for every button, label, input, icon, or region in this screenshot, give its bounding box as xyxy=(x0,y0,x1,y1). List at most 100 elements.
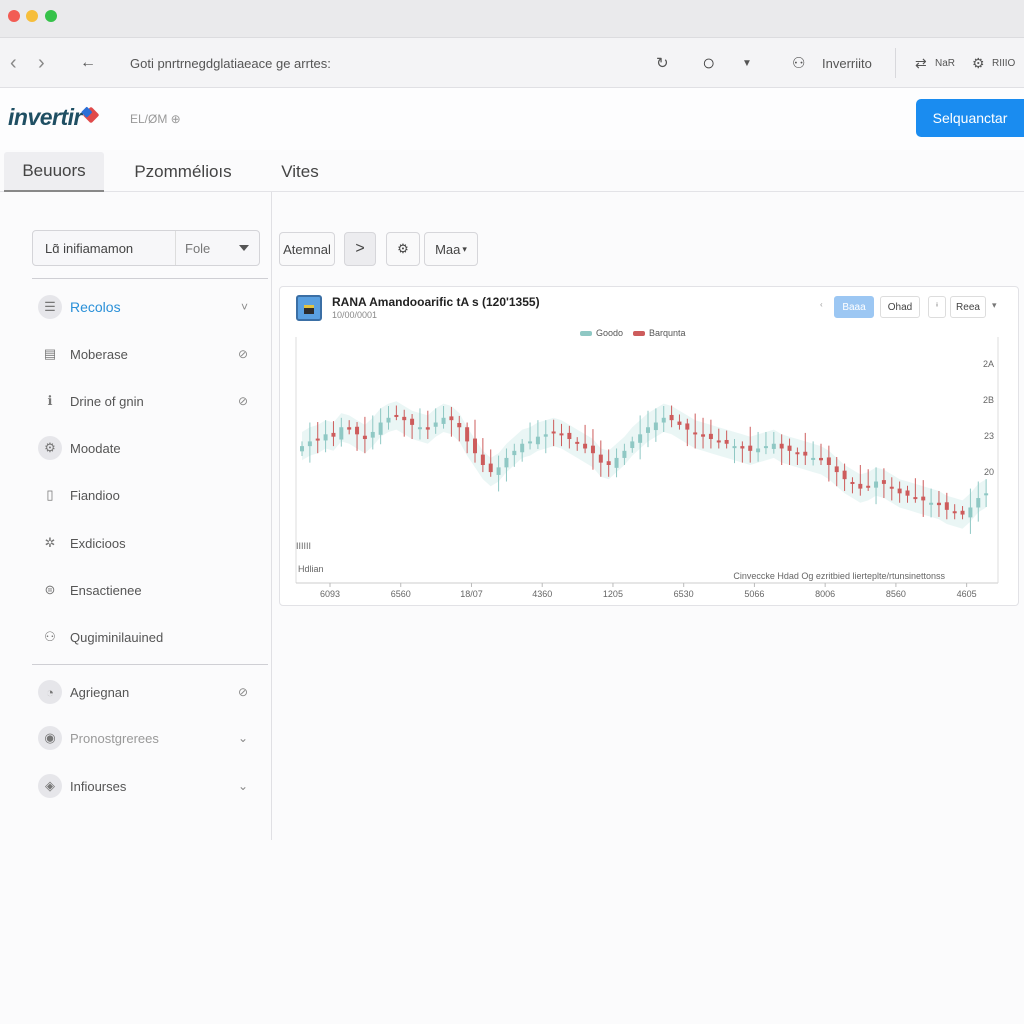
sidebar-item-ensactienee[interactable]: ⊜ Ensactienee xyxy=(38,576,252,604)
chart-panel: RANA Amandooarific tA s (120'1355) 10/00… xyxy=(279,286,1019,606)
candle-body xyxy=(433,422,438,427)
tab-pzommelioıs[interactable]: Pzommélioıs xyxy=(118,152,248,192)
primary-action-button[interactable]: Selquanctar xyxy=(916,99,1024,137)
candle-body xyxy=(378,422,383,435)
sidebar-item-moodate[interactable]: ⚙ Moodate xyxy=(38,434,252,462)
sidebar: Lɑ̃ inifiamamon Fole ☰ Recolos ˅ ▤ Mober… xyxy=(0,192,272,840)
candle-body xyxy=(307,441,312,447)
candlestick-chart[interactable]: 2A 2B 23 20 6093 6560 18/07 4360 1205 6530 5066 800… xyxy=(280,287,1020,607)
sidebar-item-pronostgrerees[interactable]: ◉ Pronostgrerees ⌄ xyxy=(38,724,252,752)
corner-label: Hdlian xyxy=(298,564,324,574)
browser-toolbar: ‹ › ← Goti pnrtrnegdglatiaeace ge arrtes… xyxy=(0,38,1024,88)
sidebar-item-qugiminilauined[interactable]: ⚇ Qugiminilauined xyxy=(38,623,252,651)
share-icon[interactable]: ⇄ xyxy=(915,38,927,88)
candle-body xyxy=(355,426,360,435)
candle-body xyxy=(590,445,595,454)
candle-body xyxy=(410,418,415,425)
sidebar-item-agriegnan[interactable]: ◔ Agriegnan ⊘ xyxy=(38,678,252,706)
sidebar-item-label: Agriegnan xyxy=(70,684,130,700)
sidebar-item-label: Fiandioo xyxy=(70,487,120,503)
candle-body xyxy=(795,452,800,455)
tab-vites[interactable]: Vites xyxy=(270,152,330,192)
search-icon[interactable]: ○ xyxy=(702,38,715,88)
candle-body xyxy=(952,511,957,514)
close-window-button[interactable] xyxy=(8,10,20,22)
candle-body xyxy=(362,435,367,440)
people-icon: ⚇ xyxy=(44,629,56,644)
x-tick-label: 6560 xyxy=(391,589,411,599)
candle-body xyxy=(732,446,737,449)
x-tick-label: 8006 xyxy=(815,589,835,599)
logo-mark-icon xyxy=(82,106,100,124)
toolbar-action-label[interactable]: NaR xyxy=(935,38,955,88)
sidebar-item-drine-of-gnin[interactable]: ℹ Drine of gnin ⊘ xyxy=(38,387,252,415)
sidebar-item-moberase[interactable]: ▤ Moberase ⊘ xyxy=(38,340,252,368)
candle-body xyxy=(457,422,462,428)
candle-body xyxy=(701,434,706,437)
candle-body xyxy=(913,497,918,500)
logo[interactable]: invertir xyxy=(8,104,100,131)
sidebar-item-label: Infiourses xyxy=(70,778,127,794)
candle-body xyxy=(465,427,470,442)
profile-icon[interactable]: ⚇ xyxy=(792,38,805,88)
candle-body xyxy=(449,416,454,421)
toolbar-divider xyxy=(895,48,896,78)
candle-body xyxy=(331,432,336,437)
x-tick-label: 4360 xyxy=(532,589,552,599)
sidebar-item-label: Exdicioos xyxy=(70,535,126,551)
candle-body xyxy=(874,481,879,488)
candle-body xyxy=(614,457,619,468)
candle-body xyxy=(598,454,603,463)
candle-body xyxy=(567,432,572,440)
back-arrow-icon[interactable]: ‹ xyxy=(10,38,17,88)
candle-body xyxy=(897,488,902,494)
sidebar-item-exdicioos[interactable]: ✲ Exdicioos xyxy=(38,529,252,557)
candle-body xyxy=(425,427,430,430)
filter-value: Fole xyxy=(185,241,211,256)
candle-body xyxy=(520,443,525,453)
forward-arrow-icon[interactable]: › xyxy=(38,38,45,88)
x-tick-label: 6530 xyxy=(674,589,694,599)
candle-body xyxy=(834,466,839,473)
candle-body xyxy=(669,414,674,421)
candle-body xyxy=(944,502,949,510)
candle-body xyxy=(826,457,831,465)
candle-body xyxy=(921,496,926,501)
candle-body xyxy=(850,481,855,484)
person-icon: ◉ xyxy=(38,726,62,750)
settings-icon[interactable]: ⚙ xyxy=(972,38,985,88)
filter-label: Lɑ̃ inifiamamon xyxy=(45,241,134,256)
chart-type-select[interactable]: Atemnal xyxy=(279,232,335,266)
corner-mark: IIIIII xyxy=(296,541,311,551)
left-arrow-icon[interactable]: ← xyxy=(80,38,96,88)
tools-icon[interactable]: ⚙ xyxy=(386,232,420,266)
chevron-down-icon[interactable]: ▼ xyxy=(742,38,752,88)
maximize-window-button[interactable] xyxy=(45,10,57,22)
candle-body xyxy=(968,507,973,518)
x-tick-label: 6093 xyxy=(320,589,340,599)
refresh-icon[interactable]: ↻ xyxy=(656,38,669,88)
candle-body xyxy=(803,451,808,456)
minimize-window-button[interactable] xyxy=(26,10,38,22)
chevron-down-icon: ▾ xyxy=(462,243,467,254)
settings-icon: ✲ xyxy=(44,535,56,550)
candle-body xyxy=(606,461,611,465)
sidebar-item-fiandioo[interactable]: ▯ Fiandioo xyxy=(38,481,252,509)
sidebar-item-recolos[interactable]: ☰ Recolos ˅ xyxy=(38,293,252,321)
candle-body xyxy=(716,440,721,443)
candle-body xyxy=(638,434,643,443)
sidebar-item-infiourses[interactable]: ◈ Infiourses ⌄ xyxy=(38,772,252,800)
tool-select[interactable]: Maa ▾ xyxy=(424,232,478,266)
chart-footnote: Cinveccke Hdad Og ezritbied lierteplte/r… xyxy=(733,571,945,581)
candle-body xyxy=(779,443,784,449)
tab-beuuors[interactable]: Beuuors xyxy=(4,152,104,192)
candle-body xyxy=(496,467,501,475)
sidebar-filter-select[interactable]: Lɑ̃ inifiamamon Fole xyxy=(32,230,260,266)
toolbar-action2-label[interactable]: RIIIO xyxy=(992,38,1015,88)
next-button[interactable]: > xyxy=(344,232,376,266)
candle-body xyxy=(551,431,556,434)
candle-body xyxy=(740,446,745,449)
profile-label[interactable]: Inverriito xyxy=(822,38,872,88)
candle-body xyxy=(315,438,320,441)
candle-body xyxy=(763,446,768,449)
